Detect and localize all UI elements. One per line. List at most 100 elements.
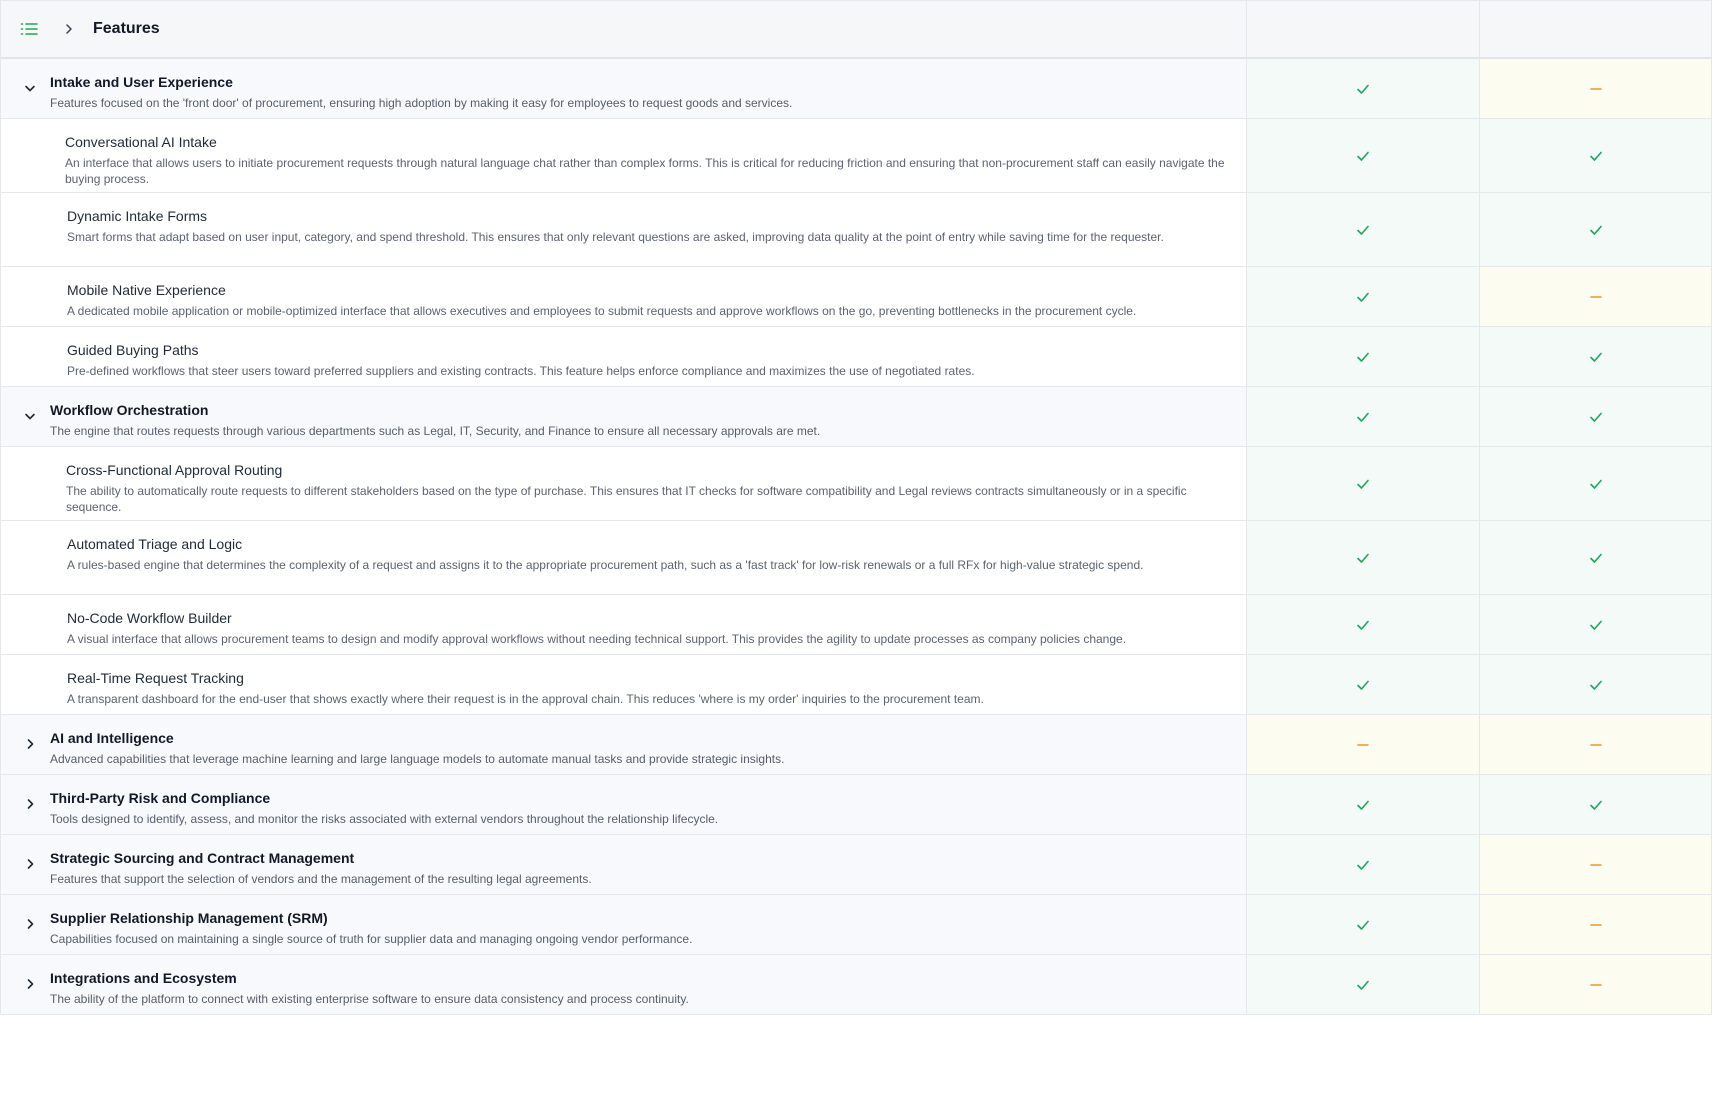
feature-text: Intake and User Experience Features focus… bbox=[50, 73, 792, 111]
check-icon bbox=[1588, 222, 1604, 238]
group-description: Features that support the selection of v… bbox=[50, 872, 592, 886]
feature-title: Conversational AI Intake bbox=[65, 134, 217, 150]
group-row[interactable]: Strategic Sourcing and Contract Manageme… bbox=[1, 835, 1711, 895]
check-icon bbox=[1588, 550, 1604, 566]
feature-cell: Automated Triage and Logic A rules-based … bbox=[1, 521, 1247, 594]
feature-comparison-table: Features Intake and User Experience Featu… bbox=[0, 0, 1712, 1015]
feature-title: Automated Triage and Logic bbox=[67, 536, 243, 552]
chevron-right-icon[interactable] bbox=[19, 793, 41, 815]
group-title: Workflow Orchestration bbox=[50, 402, 209, 418]
group-description: Features focused on the 'front door' of … bbox=[50, 96, 793, 110]
check-icon bbox=[1588, 797, 1604, 813]
check-icon bbox=[1588, 476, 1604, 492]
feature-row: Conversational AI Intake An interface tha… bbox=[1, 119, 1711, 193]
column-b-cell bbox=[1480, 895, 1711, 954]
feature-row: Real-Time Request Tracking A transparent … bbox=[1, 655, 1711, 715]
chevron-right-icon[interactable] bbox=[19, 853, 41, 875]
feature-description: Pre-defined workflows that steer users t… bbox=[67, 364, 975, 378]
check-icon bbox=[1355, 857, 1371, 873]
dash-icon bbox=[1588, 977, 1604, 993]
group-title: Supplier Relationship Management (SRM) bbox=[50, 910, 328, 926]
column-a-cell bbox=[1247, 595, 1480, 654]
feature-description: Smart forms that adapt based on user inp… bbox=[67, 230, 1164, 244]
dash-icon bbox=[1588, 857, 1604, 873]
feature-row: Cross-Functional Approval Routing The abi… bbox=[1, 447, 1711, 521]
feature-text: Real-Time Request Tracking A transparent … bbox=[67, 669, 998, 707]
feature-title: No-Code Workflow Builder bbox=[67, 610, 232, 626]
feature-cell: Cross-Functional Approval Routing The abi… bbox=[1, 447, 1247, 520]
column-a-cell bbox=[1247, 835, 1480, 894]
list-menu-icon[interactable] bbox=[19, 19, 39, 39]
group-row[interactable]: Workflow Orchestration The engine that ro… bbox=[1, 387, 1711, 447]
feature-description: A rules-based engine that determines the… bbox=[67, 558, 1144, 572]
group-row[interactable]: AI and Intelligence Advanced capabilities… bbox=[1, 715, 1711, 775]
feature-row: No-Code Workflow Builder A visual interfa… bbox=[1, 595, 1711, 655]
header-column-b bbox=[1480, 1, 1711, 57]
column-a-cell bbox=[1247, 193, 1480, 266]
column-b-cell bbox=[1480, 835, 1711, 894]
feature-row: Dynamic Intake Forms Smart forms that ada… bbox=[1, 193, 1711, 267]
group-row[interactable]: Integrations and Ecosystem The ability of… bbox=[1, 955, 1711, 1015]
page-title: Features bbox=[93, 20, 160, 37]
column-a-cell bbox=[1247, 715, 1480, 774]
feature-description: The ability to automatically route reque… bbox=[66, 484, 1187, 514]
feature-text: Strategic Sourcing and Contract Manageme… bbox=[50, 849, 592, 887]
feature-cell: Intake and User Experience Features focus… bbox=[1, 59, 1247, 118]
feature-text: Integrations and Ecosystem The ability of… bbox=[50, 969, 689, 1007]
feature-text: Mobile Native Experience A dedicated mobi… bbox=[67, 281, 1150, 319]
check-icon bbox=[1355, 617, 1371, 633]
check-icon bbox=[1355, 677, 1371, 693]
column-b-cell bbox=[1480, 955, 1711, 1014]
feature-text: Workflow Orchestration The engine that ro… bbox=[50, 401, 820, 439]
feature-text: Dynamic Intake Forms Smart forms that ada… bbox=[67, 207, 1178, 245]
feature-description: A transparent dashboard for the end-user… bbox=[67, 692, 984, 706]
dash-icon bbox=[1588, 917, 1604, 933]
chevron-down-icon[interactable] bbox=[19, 405, 41, 427]
column-a-cell bbox=[1247, 955, 1480, 1014]
feature-cell: AI and Intelligence Advanced capabilities… bbox=[1, 715, 1247, 774]
feature-cell: Guided Buying Paths Pre-defined workflows… bbox=[1, 327, 1247, 386]
column-b-cell bbox=[1480, 715, 1711, 774]
feature-title: Guided Buying Paths bbox=[67, 342, 199, 358]
group-row[interactable]: Third-Party Risk and Compliance Tools des… bbox=[1, 775, 1711, 835]
feature-text: Guided Buying Paths Pre-defined workflows… bbox=[67, 341, 989, 379]
group-row[interactable]: Supplier Relationship Management (SRM) Ca… bbox=[1, 895, 1711, 955]
dash-icon bbox=[1355, 737, 1371, 753]
group-description: Advanced capabilities that leverage mach… bbox=[50, 752, 785, 766]
group-title: AI and Intelligence bbox=[50, 730, 174, 746]
group-description: The engine that routes requests through … bbox=[50, 424, 821, 438]
feature-cell: Third-Party Risk and Compliance Tools des… bbox=[1, 775, 1247, 834]
header-column-a bbox=[1247, 1, 1480, 57]
check-icon bbox=[1355, 476, 1371, 492]
column-a-cell bbox=[1247, 267, 1480, 326]
check-icon bbox=[1355, 409, 1371, 425]
column-a-cell bbox=[1247, 387, 1480, 446]
group-title: Intake and User Experience bbox=[50, 74, 233, 90]
dash-icon bbox=[1588, 737, 1604, 753]
feature-title: Real-Time Request Tracking bbox=[67, 670, 244, 686]
group-row[interactable]: Intake and User Experience Features focus… bbox=[1, 59, 1711, 119]
feature-cell: Workflow Orchestration The engine that ro… bbox=[1, 387, 1247, 446]
column-b-cell bbox=[1480, 119, 1711, 192]
dash-icon bbox=[1588, 81, 1604, 97]
chevron-right-icon[interactable] bbox=[19, 973, 41, 995]
group-title: Strategic Sourcing and Contract Manageme… bbox=[50, 850, 355, 866]
column-b-cell bbox=[1480, 59, 1711, 118]
chevron-right-icon[interactable] bbox=[19, 913, 41, 935]
chevron-down-icon[interactable] bbox=[19, 77, 41, 99]
check-icon bbox=[1355, 917, 1371, 933]
chevron-right-icon[interactable] bbox=[19, 733, 41, 755]
feature-description: A dedicated mobile application or mobile… bbox=[67, 304, 1137, 318]
check-icon bbox=[1355, 977, 1371, 993]
feature-text: Automated Triage and Logic A rules-based … bbox=[67, 535, 1157, 573]
column-b-cell bbox=[1480, 267, 1711, 326]
column-a-cell bbox=[1247, 775, 1480, 834]
check-icon bbox=[1355, 797, 1371, 813]
feature-text: Cross-Functional Approval Routing The abi… bbox=[66, 461, 1246, 515]
chevron-right-icon[interactable] bbox=[59, 19, 79, 39]
check-icon bbox=[1355, 349, 1371, 365]
feature-cell: Mobile Native Experience A dedicated mobi… bbox=[1, 267, 1247, 326]
column-b-cell bbox=[1480, 193, 1711, 266]
column-a-cell bbox=[1247, 521, 1480, 594]
check-icon bbox=[1588, 617, 1604, 633]
